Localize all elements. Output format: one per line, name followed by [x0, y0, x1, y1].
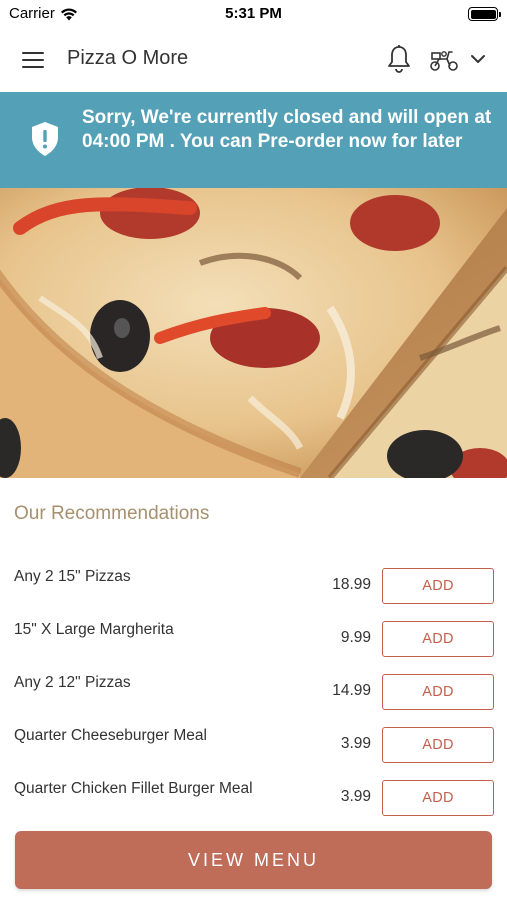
add-button[interactable]: ADD [382, 674, 494, 710]
delivery-scooter-icon[interactable] [428, 46, 460, 74]
item-price: 3.99 [340, 788, 371, 805]
add-button[interactable]: ADD [382, 727, 494, 763]
bell-icon[interactable] [386, 44, 412, 74]
hamburger-menu-icon[interactable] [22, 49, 46, 69]
item-name: Quarter Cheeseburger Meal [14, 727, 207, 744]
item-price: 9.99 [340, 629, 371, 646]
chevron-down-icon[interactable] [469, 50, 487, 68]
closed-notice-banner: Sorry, We're currently closed and will o… [0, 92, 507, 188]
status-bar: Carrier 5:31 PM [0, 0, 507, 28]
item-price: 3.99 [340, 735, 371, 752]
shield-exclamation-icon [32, 122, 58, 156]
app-header: Pizza O More [0, 28, 507, 92]
status-time: 5:31 PM [225, 5, 282, 22]
restaurant-title: Pizza O More [67, 47, 189, 69]
add-button[interactable]: ADD [382, 780, 494, 816]
closed-notice-text: Sorry, We're currently closed and will o… [82, 107, 492, 152]
item-name: Any 2 12" Pizzas [14, 674, 131, 691]
list-item: 15" X Large Margherita 9.99 ADD [0, 611, 507, 664]
list-item: Any 2 15" Pizzas 18.99 ADD [0, 558, 507, 611]
battery-icon [468, 7, 501, 21]
list-item: Quarter Chicken Fillet Burger Meal 3.99 … [0, 770, 507, 823]
hero-pizza-image [0, 188, 507, 478]
recommendations-heading: Our Recommendations [14, 503, 210, 524]
add-button[interactable]: ADD [382, 568, 494, 604]
pizza-illustration [0, 188, 507, 478]
item-name: Quarter Chicken Fillet Burger Meal [14, 780, 253, 797]
list-item: Any 2 12" Pizzas 14.99 ADD [0, 664, 507, 717]
list-item: Quarter Cheeseburger Meal 3.99 ADD [0, 717, 507, 770]
recommendations-list: Any 2 15" Pizzas 18.99 ADD 15" X Large M… [0, 558, 507, 823]
view-menu-button[interactable]: VIEW MENU [15, 831, 492, 889]
item-price: 14.99 [332, 682, 371, 699]
item-name: 15" X Large Margherita [14, 621, 174, 638]
item-name: Any 2 15" Pizzas [14, 568, 131, 585]
item-price: 18.99 [332, 576, 371, 593]
add-button[interactable]: ADD [382, 621, 494, 657]
